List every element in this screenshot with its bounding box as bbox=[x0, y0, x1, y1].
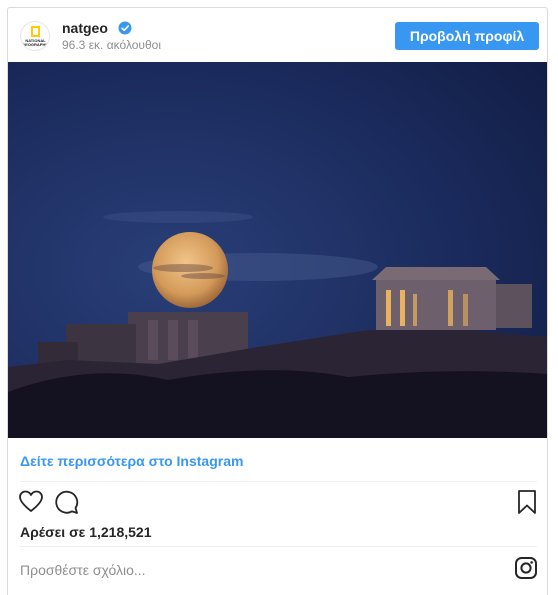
nat-geo-logo-icon bbox=[31, 26, 40, 37]
avatar-logo-text: NATIONAL GEOGRAPHIC bbox=[22, 38, 50, 47]
verified-badge-icon bbox=[118, 21, 132, 35]
view-profile-button[interactable]: Προβολή προφίλ bbox=[395, 22, 539, 50]
bookmark-icon[interactable] bbox=[514, 489, 540, 515]
avatar[interactable]: NATIONAL GEOGRAPHIC bbox=[20, 21, 50, 51]
heart-icon[interactable] bbox=[18, 489, 44, 515]
divider bbox=[20, 546, 537, 547]
comment-bubble-icon[interactable] bbox=[53, 489, 79, 515]
instagram-embed-card: NATIONAL GEOGRAPHIC natgeo 96.3 εκ. ακόλ… bbox=[7, 7, 548, 595]
likes-count[interactable]: Αρέσει σε 1,218,521 bbox=[20, 524, 151, 540]
post-header: NATIONAL GEOGRAPHIC natgeo 96.3 εκ. ακόλ… bbox=[8, 8, 547, 62]
see-more-on-instagram-link[interactable]: Δείτε περισσότερα στο Instagram bbox=[20, 453, 243, 469]
divider bbox=[20, 481, 537, 482]
follower-count: 96.3 εκ. ακόλουθοι bbox=[62, 38, 162, 52]
post-image[interactable] bbox=[8, 62, 548, 438]
comment-input[interactable] bbox=[20, 559, 500, 581]
username[interactable]: natgeo bbox=[62, 20, 108, 36]
instagram-icon[interactable] bbox=[514, 556, 538, 580]
